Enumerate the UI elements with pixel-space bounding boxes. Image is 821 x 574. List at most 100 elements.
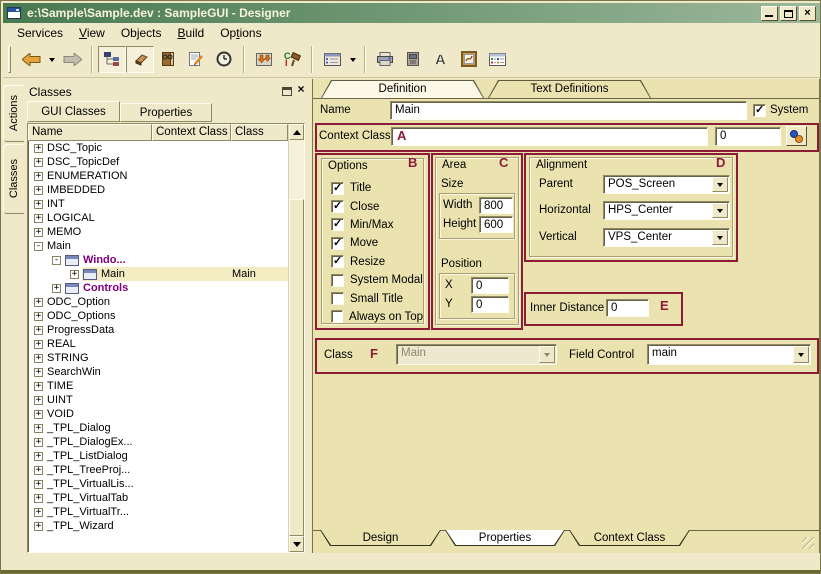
combo-arrow-button[interactable] [712, 177, 728, 192]
print-button[interactable] [371, 46, 399, 73]
option-checkbox[interactable] [331, 292, 344, 305]
tree-expander[interactable]: + [34, 522, 43, 531]
side-tab-classes[interactable]: Classes [3, 144, 24, 214]
tree-row[interactable]: + INT [28, 197, 288, 211]
tree-expander[interactable]: + [34, 452, 43, 461]
tree-row[interactable]: + _TPL_ListDialog [28, 449, 288, 463]
eraser-button[interactable] [126, 46, 154, 73]
option-checkbox[interactable] [331, 182, 344, 195]
tree-row[interactable]: + ODC_Options [28, 309, 288, 323]
tree-row[interactable]: + _TPL_VirtualTab [28, 491, 288, 505]
forward-button[interactable] [58, 46, 86, 73]
tree-expander[interactable]: + [34, 354, 43, 363]
tree-row[interactable]: + TIME [28, 379, 288, 393]
height-input[interactable]: 600 [479, 216, 513, 233]
tree-row[interactable]: + UINT [28, 393, 288, 407]
tree-row[interactable]: + Main Main [28, 267, 288, 281]
dock-icon[interactable] [282, 87, 292, 96]
combo-arrow-button[interactable] [712, 203, 728, 218]
option-checkbox[interactable] [331, 237, 344, 250]
resize-grip[interactable] [802, 537, 814, 549]
tab-text-definitions[interactable]: Text Definitions [488, 80, 651, 98]
minimize-button[interactable] [761, 6, 778, 21]
menu-objects[interactable]: Objects [113, 25, 170, 41]
tab-gui-classes[interactable]: GUI Classes [27, 101, 120, 122]
tree-expander[interactable]: + [34, 200, 43, 209]
tree-expander[interactable]: + [34, 466, 43, 475]
option-checkbox[interactable] [331, 218, 344, 231]
width-input[interactable]: 800 [479, 197, 513, 214]
option-checkbox[interactable] [331, 310, 343, 323]
tree-expander[interactable]: + [34, 410, 43, 419]
tree-row[interactable]: + DSC_TopicDef [28, 155, 288, 169]
name-input[interactable]: Main [390, 101, 747, 120]
menu-build[interactable]: Build [170, 25, 213, 41]
x-input[interactable]: 0 [471, 277, 509, 294]
tree-expander[interactable]: - [52, 256, 61, 265]
menu-options[interactable]: Options [212, 25, 269, 41]
tree-expander[interactable]: + [34, 298, 43, 307]
class-select[interactable]: Main [396, 344, 557, 365]
scroll-down-button[interactable] [289, 536, 304, 552]
scroll-up-button[interactable] [289, 124, 304, 140]
column-header-class[interactable]: Class [231, 124, 288, 141]
field-control-select[interactable]: main [647, 344, 811, 365]
tree-row[interactable]: + VOID [28, 407, 288, 421]
option-checkbox[interactable] [331, 200, 344, 213]
tree-row[interactable]: + REAL [28, 337, 288, 351]
tree-expander[interactable]: + [34, 396, 43, 405]
compile-button[interactable]: C I [278, 46, 306, 73]
class-tree-button[interactable] [98, 46, 126, 73]
tab-properties-bottom[interactable]: Properties [445, 530, 565, 546]
column-header-name[interactable]: Name [28, 124, 152, 141]
context-class-index-input[interactable]: 0 [715, 127, 781, 146]
tree-row[interactable]: + STRING [28, 351, 288, 365]
tree-expander[interactable]: + [70, 270, 79, 279]
option-checkbox[interactable] [331, 274, 344, 287]
tree-row[interactable]: + SearchWin [28, 365, 288, 379]
tree-expander[interactable]: + [34, 214, 43, 223]
horizontal-select[interactable]: HPS_Center [603, 201, 730, 220]
form-window-dropdown[interactable] [346, 46, 359, 73]
clock-button[interactable] [210, 46, 238, 73]
combo-arrow-button[interactable] [793, 346, 809, 363]
option-checkbox[interactable] [331, 255, 344, 268]
tree-expander[interactable]: + [34, 382, 43, 391]
maximize-button[interactable] [780, 6, 797, 21]
tree-expander[interactable]: + [34, 368, 43, 377]
tree-expander[interactable]: + [34, 228, 43, 237]
tree-expander[interactable]: + [34, 480, 43, 489]
tree-expander[interactable]: + [34, 508, 43, 517]
tree-row[interactable]: + MEMO [28, 225, 288, 239]
context-class-input[interactable] [391, 127, 708, 146]
tree-row[interactable]: + Controls [28, 281, 288, 295]
tree-expander[interactable]: + [52, 284, 61, 293]
system-checkbox[interactable] [753, 104, 766, 117]
tree-row[interactable]: + _TPL_TreeProj... [28, 463, 288, 477]
toolbar-gripper[interactable] [8, 46, 11, 73]
inner-distance-input[interactable]: 0 [606, 299, 649, 317]
tree-expander[interactable]: + [34, 494, 43, 503]
side-tab-actions[interactable]: Actions [3, 85, 24, 142]
tree-row[interactable]: + DSC_Topic [28, 141, 288, 155]
tree-expander[interactable]: + [34, 438, 43, 447]
tree-expander[interactable]: + [34, 144, 43, 153]
form-window-button[interactable] [318, 46, 346, 73]
tree-row[interactable]: + ProgressData [28, 323, 288, 337]
tree-expander[interactable]: + [34, 424, 43, 433]
y-input[interactable]: 0 [471, 296, 509, 313]
menu-view[interactable]: View [71, 25, 113, 41]
tab-context-class-bottom[interactable]: Context Class [569, 530, 690, 546]
tree-row[interactable]: - Windo... [28, 253, 288, 267]
menu-services[interactable]: Services [9, 25, 71, 41]
tree-row[interactable]: + _TPL_VirtualLis... [28, 477, 288, 491]
tree-row[interactable]: + _TPL_VirtualTr... [28, 505, 288, 519]
context-class-picker-button[interactable] [786, 126, 807, 146]
tree-row[interactable]: + _TPL_DialogEx... [28, 435, 288, 449]
tab-design[interactable]: Design [320, 530, 441, 546]
book-button[interactable] [154, 46, 182, 73]
tree-row[interactable]: + ODC_Option [28, 295, 288, 309]
vertical-select[interactable]: VPS_Center [603, 228, 730, 247]
tree-expander[interactable]: + [34, 312, 43, 321]
font-button[interactable]: A [427, 46, 455, 73]
